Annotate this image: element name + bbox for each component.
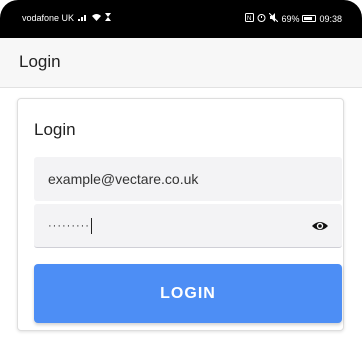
login-button[interactable]: LOGIN [34, 264, 342, 323]
signal-icon [78, 13, 88, 23]
password-value: ········· [48, 219, 90, 232]
alarm-icon [257, 13, 266, 24]
carrier-name: vodafone UK [22, 13, 75, 23]
card-title: Login [34, 120, 76, 139]
status-right: N 69% 09:38 [245, 12, 342, 24]
text-cursor [90, 217, 92, 234]
email-value: example@vectare.co.uk [48, 171, 199, 187]
hourglass-icon [105, 13, 112, 23]
mute-icon [269, 12, 279, 24]
eye-icon[interactable] [312, 218, 328, 234]
wifi-icon [92, 13, 102, 23]
app-bar: Login [0, 38, 362, 88]
status-bar: vodafone UK N 69% 09:38 [0, 0, 362, 38]
login-card: Login example@vectare.co.uk ········· LO… [17, 98, 344, 331]
page-title: Login [19, 52, 61, 71]
battery-icon [302, 15, 317, 22]
nfc-icon: N [245, 13, 255, 24]
battery-percent: 69% [281, 13, 300, 24]
status-left: vodafone UK [22, 13, 112, 23]
password-field[interactable]: ········· [34, 204, 342, 248]
svg-text:N: N [247, 16, 251, 22]
email-field[interactable]: example@vectare.co.uk [34, 157, 342, 201]
clock: 09:38 [319, 13, 342, 24]
